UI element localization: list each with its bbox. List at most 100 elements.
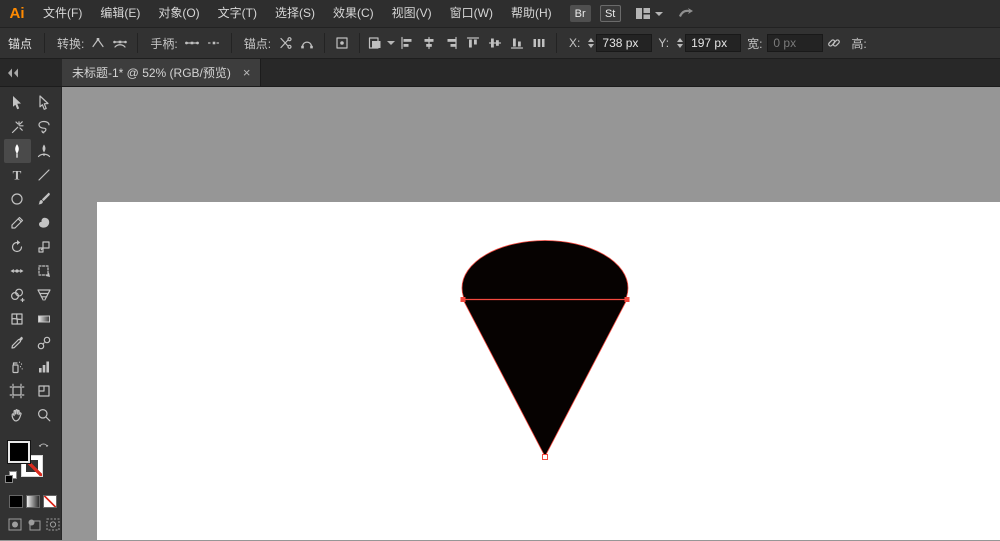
align-bottom-button[interactable] xyxy=(506,33,528,53)
align-to-dropdown[interactable] xyxy=(366,33,396,53)
direct-selection-tool[interactable] xyxy=(31,91,58,115)
menu-select[interactable]: 选择(S) xyxy=(266,0,324,27)
perspective-grid-tool[interactable] xyxy=(31,283,58,307)
color-button[interactable] xyxy=(9,495,23,508)
scale-tool[interactable] xyxy=(31,235,58,259)
align-top-button[interactable] xyxy=(462,33,484,53)
default-fill-stroke-icon[interactable] xyxy=(5,471,17,486)
perspective-grid-icon xyxy=(37,289,51,301)
chevron-down-icon xyxy=(654,11,663,16)
zoom-tool[interactable] xyxy=(31,403,58,427)
pen-tool[interactable] xyxy=(3,139,31,163)
x-stepper[interactable] xyxy=(588,38,595,48)
type-tool[interactable]: T xyxy=(4,163,31,187)
width-tool[interactable] xyxy=(4,259,31,283)
document-tab-title: 未标题-1* @ 52% (RGB/预览) xyxy=(72,66,231,80)
workspace-switcher[interactable] xyxy=(635,6,663,21)
rotate-tool[interactable] xyxy=(4,235,31,259)
menu-edit[interactable]: 编辑(E) xyxy=(91,0,149,27)
tools-panel-header xyxy=(0,59,62,86)
hide-handles-button[interactable] xyxy=(203,33,225,53)
y-field[interactable]: 197 px xyxy=(685,34,742,52)
collapse-panel-icon[interactable] xyxy=(6,67,20,79)
paintbrush-tool[interactable] xyxy=(31,187,58,211)
hand-icon xyxy=(11,409,22,422)
convert-corner-button[interactable] xyxy=(87,33,109,53)
context-title: 锚点 xyxy=(8,36,33,51)
constrain-proportions-button[interactable] xyxy=(823,33,845,53)
curvature-tool[interactable] xyxy=(31,139,58,163)
menu-view[interactable]: 视图(V) xyxy=(383,0,441,27)
document-tab-bar: 未标题-1* @ 52% (RGB/预览) × xyxy=(0,59,1000,87)
separator xyxy=(44,33,46,53)
shape-builder-tool[interactable] xyxy=(4,283,31,307)
width-field[interactable]: 0 px xyxy=(767,34,824,52)
align-left-button[interactable] xyxy=(396,33,418,53)
bridge-button[interactable]: Br xyxy=(569,5,591,22)
document-view[interactable] xyxy=(62,87,1000,540)
blob-brush-tool[interactable] xyxy=(31,211,58,235)
artboard-tool[interactable] xyxy=(4,379,31,403)
menu-object[interactable]: 对象(O) xyxy=(149,0,208,27)
align-bottom-icon xyxy=(510,38,524,49)
isolate-object-button[interactable] xyxy=(331,33,353,53)
column-graph-tool[interactable] xyxy=(31,355,58,379)
mesh-tool[interactable] xyxy=(4,307,31,331)
slice-icon xyxy=(38,385,50,397)
distribute-button[interactable] xyxy=(528,33,550,53)
document-tab[interactable]: 未标题-1* @ 52% (RGB/预览) × xyxy=(62,59,262,86)
pencil-tool[interactable] xyxy=(4,211,31,235)
convert-corner-icon xyxy=(92,38,104,48)
show-handles-button[interactable] xyxy=(181,33,203,53)
menu-file[interactable]: 文件(F) xyxy=(34,0,91,27)
symbol-sprayer-tool[interactable] xyxy=(4,355,31,379)
gradient-button[interactable] xyxy=(26,495,40,508)
draw-inside-icon[interactable] xyxy=(46,518,60,531)
align-vertical-center-button[interactable] xyxy=(484,33,506,53)
convert-smooth-button[interactable] xyxy=(109,33,131,53)
slice-tool[interactable] xyxy=(31,379,58,403)
magic-wand-tool[interactable] xyxy=(4,115,31,139)
eyedropper-tool[interactable] xyxy=(4,331,31,355)
menu-type[interactable]: 文字(T) xyxy=(209,0,266,27)
draw-behind-icon[interactable] xyxy=(27,518,41,531)
align-right-button[interactable] xyxy=(440,33,462,53)
fill-color-swatch[interactable] xyxy=(7,440,31,464)
align-horizontal-center-button[interactable] xyxy=(418,33,440,53)
menu-effect[interactable]: 效果(C) xyxy=(324,0,383,27)
align-hcenter-icon xyxy=(424,36,434,50)
x-field[interactable]: 738 px xyxy=(596,34,653,52)
share-button[interactable] xyxy=(677,6,695,22)
isolate-icon xyxy=(336,37,348,49)
selection-tool[interactable] xyxy=(4,91,31,115)
hand-tool[interactable] xyxy=(4,403,31,427)
close-tab-icon[interactable]: × xyxy=(243,65,251,80)
align-to-artboard-icon xyxy=(368,37,381,49)
draw-normal-icon[interactable] xyxy=(8,518,22,531)
ellipse-tool[interactable] xyxy=(4,187,31,211)
x-value: 738 px xyxy=(602,36,639,50)
menu-window[interactable]: 窗口(W) xyxy=(441,0,502,27)
blend-icon xyxy=(37,336,51,350)
y-stepper[interactable] xyxy=(677,38,684,48)
gradient-tool[interactable] xyxy=(31,307,58,331)
anchor-point-bottom xyxy=(542,454,548,460)
line-segment-tool[interactable] xyxy=(31,163,58,187)
separator xyxy=(556,33,558,53)
symbol-sprayer-icon xyxy=(12,361,23,374)
swap-fill-stroke-icon[interactable] xyxy=(38,439,49,453)
svg-text:T: T xyxy=(13,168,22,183)
pencil-icon xyxy=(11,216,24,229)
stock-button[interactable]: St xyxy=(599,5,621,22)
connect-anchors-button[interactable] xyxy=(296,33,318,53)
blend-tool[interactable] xyxy=(31,331,58,355)
free-transform-tool[interactable] xyxy=(31,259,58,283)
mesh-icon xyxy=(11,313,23,325)
lasso-tool[interactable] xyxy=(31,115,58,139)
convert-label: 转换: xyxy=(57,36,85,51)
canvas-area[interactable] xyxy=(62,87,1000,540)
cut-path-button[interactable] xyxy=(274,33,296,53)
none-button[interactable] xyxy=(43,495,57,508)
menu-help[interactable]: 帮助(H) xyxy=(502,0,561,27)
x-label: X: xyxy=(569,36,581,50)
